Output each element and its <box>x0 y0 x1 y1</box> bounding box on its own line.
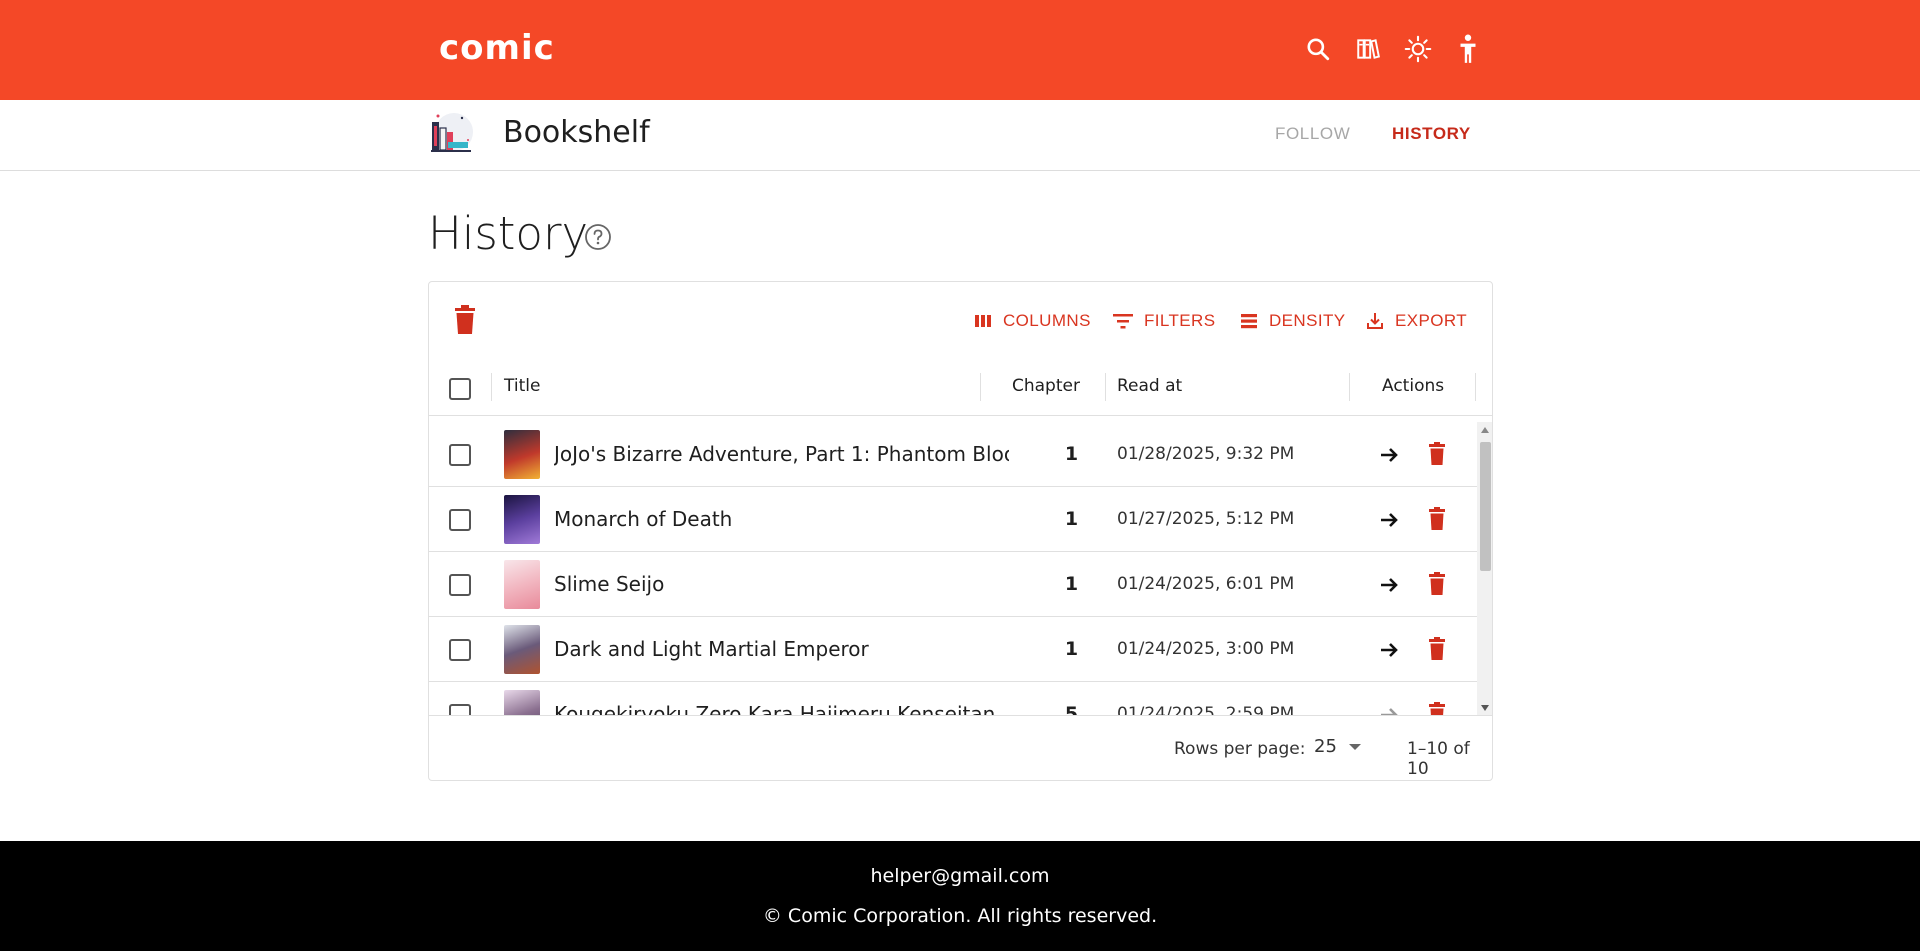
footer-email[interactable]: helper@gmail.com <box>0 865 1920 887</box>
table-row[interactable]: Monarch of Death 1 01/27/2025, 5:12 PM <box>429 487 1477 552</box>
column-separator[interactable] <box>1475 373 1476 401</box>
site-footer: helper@gmail.com © Comic Corporation. Al… <box>0 841 1920 951</box>
history-data-grid: COLUMNS FILTERS DENSITY EXPORT Title Cha… <box>428 281 1493 781</box>
density-icon <box>1241 314 1257 329</box>
rows-per-page-select[interactable]: 25 <box>1314 736 1361 757</box>
arrow-right-icon[interactable] <box>1377 638 1401 662</box>
header-read-at[interactable]: Read at <box>1117 376 1182 396</box>
select-all-checkbox[interactable] <box>449 378 471 400</box>
columns-button[interactable]: COLUMNS <box>973 311 1091 331</box>
delete-icon[interactable] <box>1428 507 1446 531</box>
manga-cover-thumbnail <box>504 690 540 716</box>
row-read-at: 01/24/2025, 3:00 PM <box>1117 639 1295 659</box>
columns-label: COLUMNS <box>1003 311 1091 330</box>
scrollbar-thumb[interactable] <box>1480 442 1491 571</box>
table-row[interactable]: JoJo's Bizarre Adventure, Part 1: Phanto… <box>429 422 1477 487</box>
arrow-right-icon[interactable] <box>1377 443 1401 467</box>
scroll-up-icon[interactable] <box>1481 427 1489 433</box>
row-title[interactable]: Slime Seijo <box>554 572 1009 596</box>
page-title: History <box>428 207 589 260</box>
header-title[interactable]: Title <box>504 376 540 396</box>
row-chapter: 1 <box>1064 573 1079 595</box>
arrow-right-icon[interactable] <box>1377 508 1401 532</box>
row-chapter: 1 <box>1064 638 1079 660</box>
rows-per-page-value: 25 <box>1314 736 1337 757</box>
table-header: Title Chapter Read at Actions <box>429 356 1492 416</box>
column-separator[interactable] <box>1105 373 1106 401</box>
density-button[interactable]: DENSITY <box>1239 311 1345 331</box>
tab-history[interactable]: HISTORY <box>1392 124 1471 144</box>
accessibility-icon[interactable] <box>1453 34 1483 64</box>
bookshelf-title: Bookshelf <box>503 115 650 150</box>
header-actions: Actions <box>1382 376 1445 396</box>
table-vertical-scrollbar[interactable] <box>1477 422 1492 716</box>
column-separator[interactable] <box>491 373 492 401</box>
caret-down-icon <box>1348 743 1361 750</box>
delete-icon[interactable] <box>1428 702 1446 716</box>
row-read-at: 01/28/2025, 9:32 PM <box>1117 444 1295 464</box>
filters-label: FILTERS <box>1144 311 1216 330</box>
bookshelf-illustration <box>431 113 473 152</box>
bookshelf-icon[interactable] <box>1353 34 1383 64</box>
manga-cover-thumbnail <box>504 495 540 544</box>
arrow-right-icon[interactable] <box>1377 573 1401 597</box>
row-checkbox[interactable] <box>449 639 471 661</box>
row-title[interactable]: Kougekiryoku Zero Kara Hajimeru Kenseita… <box>554 702 1009 716</box>
manga-cover-thumbnail <box>504 560 540 609</box>
table-row[interactable]: Dark and Light Martial Emperor 1 01/24/2… <box>429 617 1477 682</box>
manga-cover-thumbnail <box>504 625 540 674</box>
columns-icon <box>975 315 991 327</box>
column-separator[interactable] <box>1349 373 1350 401</box>
row-read-at: 01/27/2025, 5:12 PM <box>1117 509 1295 529</box>
row-checkbox[interactable] <box>449 574 471 596</box>
scroll-down-icon[interactable] <box>1481 705 1489 711</box>
manga-cover-thumbnail <box>504 430 540 479</box>
delete-icon[interactable] <box>1428 572 1446 596</box>
bookshelf-subbar <box>0 100 1920 171</box>
filters-button[interactable]: FILTERS <box>1112 311 1215 331</box>
help-icon[interactable] <box>584 223 612 251</box>
column-separator[interactable] <box>980 373 981 401</box>
row-title[interactable]: Dark and Light Martial Emperor <box>554 637 1009 661</box>
table-row[interactable]: Slime Seijo 1 01/24/2025, 6:01 PM <box>429 552 1477 617</box>
row-chapter: 1 <box>1064 508 1079 530</box>
row-title[interactable]: JoJo's Bizarre Adventure, Part 1: Phanto… <box>554 442 1009 466</box>
top-app-bar: comic <box>0 0 1920 100</box>
export-button[interactable]: EXPORT <box>1365 311 1467 331</box>
theme-sun-icon[interactable] <box>1403 34 1433 64</box>
rows-per-page-label: Rows per page: <box>1174 739 1306 759</box>
search-icon[interactable] <box>1303 34 1333 64</box>
download-icon <box>1367 313 1383 329</box>
row-checkbox[interactable] <box>449 509 471 531</box>
delete-icon[interactable] <box>1428 637 1446 661</box>
bulk-delete-icon[interactable] <box>453 305 477 335</box>
row-title[interactable]: Monarch of Death <box>554 507 1009 531</box>
table-pagination: Rows per page: 25 1–10 of 10 <box>429 715 1492 780</box>
tab-follow[interactable]: FOLLOW <box>1275 124 1350 144</box>
filter-icon <box>1113 314 1133 329</box>
row-read-at: 01/24/2025, 6:01 PM <box>1117 574 1295 594</box>
delete-icon[interactable] <box>1428 442 1446 466</box>
footer-copyright: © Comic Corporation. All rights reserved… <box>762 905 1158 927</box>
row-chapter: 1 <box>1064 443 1079 465</box>
logo[interactable]: comic <box>439 28 555 68</box>
table-body: JoJo's Bizarre Adventure, Part 1: Phanto… <box>429 422 1477 716</box>
row-checkbox[interactable] <box>449 444 471 466</box>
export-label: EXPORT <box>1395 311 1467 330</box>
pagination-range: 1–10 of 10 <box>1407 739 1470 779</box>
header-chapter[interactable]: Chapter <box>1012 376 1080 396</box>
table-row[interactable]: Kougekiryoku Zero Kara Hajimeru Kenseita… <box>429 682 1477 716</box>
density-label: DENSITY <box>1269 311 1346 330</box>
